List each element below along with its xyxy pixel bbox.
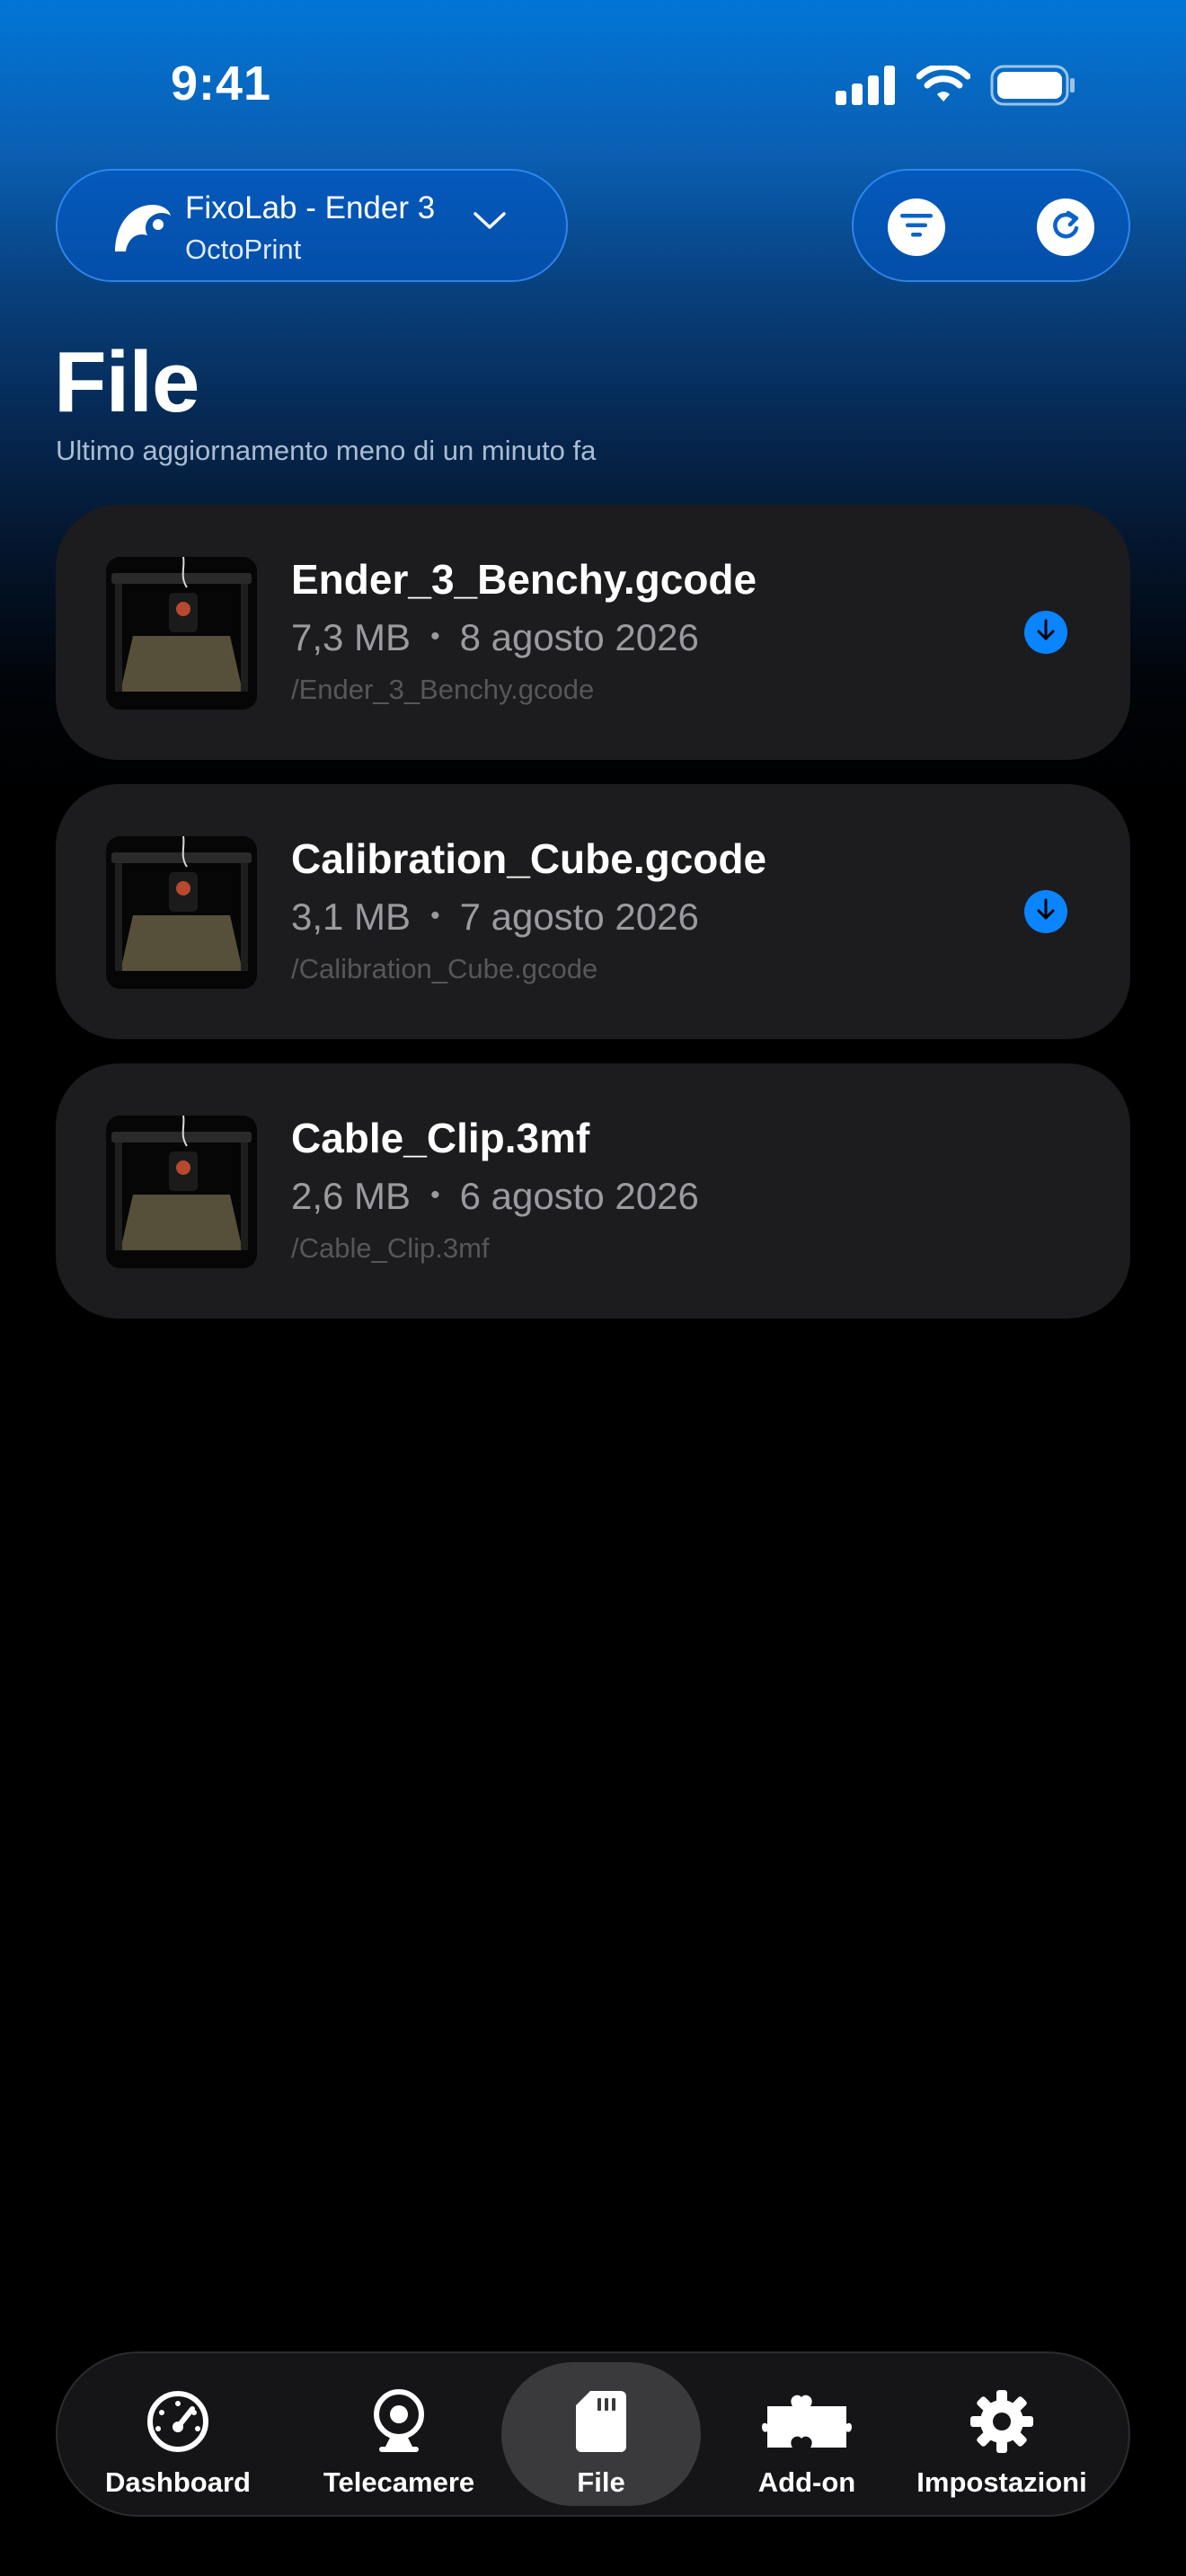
meta-separator: • xyxy=(430,900,440,931)
status-icons xyxy=(836,63,1076,110)
download-button[interactable] xyxy=(1024,611,1067,654)
file-name: Calibration_Cube.gcode xyxy=(291,835,767,882)
tab-label: Impostazioni xyxy=(916,2466,1087,2498)
file-thumbnail xyxy=(106,557,257,710)
file-thumbnail xyxy=(106,836,257,989)
file-card[interactable]: Cable_Clip.3mf 2,6 MB • 6 agosto 2026 /Cab… xyxy=(56,1063,1130,1319)
file-size: 2,6 MB xyxy=(291,1175,412,1217)
printer-name: FixoLab - Ender 3 xyxy=(185,190,436,225)
file-meta: 2,6 MB • 6 agosto 2026 xyxy=(291,1175,699,1218)
last-updated-text: Ultimo aggiornamento meno di un minuto f… xyxy=(56,435,597,466)
file-meta: 3,1 MB • 7 agosto 2026 xyxy=(291,895,699,939)
cellular-signal-icon xyxy=(836,65,897,110)
arrow-down-icon xyxy=(1036,619,1056,647)
tab-label: Dashboard xyxy=(105,2466,251,2498)
tab-impostazioni[interactable]: Impostazioni xyxy=(900,2362,1103,2506)
file-card[interactable]: Calibration_Cube.gcode 3,1 MB • 7 agosto 2… xyxy=(56,784,1130,1039)
tab-label: File xyxy=(577,2466,625,2498)
chevron-down-icon xyxy=(473,210,507,232)
file-list: Ender_3_Benchy.gcode 7,3 MB • 8 agosto 202… xyxy=(56,505,1130,1343)
tab-telecamere[interactable]: Telecamere xyxy=(311,2362,487,2506)
file-card[interactable]: Ender_3_Benchy.gcode 7,3 MB • 8 agosto 202… xyxy=(56,505,1130,760)
file-path: /Ender_3_Benchy.gcode xyxy=(291,674,595,705)
refresh-icon xyxy=(1049,208,1083,247)
puzzle-icon xyxy=(760,2389,854,2454)
battery-icon xyxy=(990,65,1076,110)
file-name: Ender_3_Benchy.gcode xyxy=(291,556,757,603)
file-size: 7,3 MB xyxy=(291,616,412,658)
file-date: 7 agosto 2026 xyxy=(459,895,699,938)
tab-dashboard[interactable]: Dashboard xyxy=(90,2362,266,2506)
printer-selector[interactable]: FixoLab - Ender 3 OctoPrint xyxy=(56,169,568,282)
header-actions xyxy=(852,169,1130,282)
gauge-icon xyxy=(146,2389,210,2454)
octoprint-logo-icon xyxy=(111,199,173,257)
refresh-button[interactable] xyxy=(1037,198,1094,256)
sd-card-icon xyxy=(574,2389,628,2454)
printer-type: OctoPrint xyxy=(185,234,302,265)
tab-file[interactable]: File xyxy=(501,2362,701,2506)
file-date: 6 agosto 2026 xyxy=(459,1175,699,1217)
file-meta: 7,3 MB • 8 agosto 2026 xyxy=(291,616,699,659)
file-size: 3,1 MB xyxy=(291,895,412,938)
page-title: File xyxy=(54,334,199,430)
wifi-icon xyxy=(916,63,971,110)
meta-separator: • xyxy=(430,621,440,651)
filter-button[interactable] xyxy=(888,198,945,256)
meta-separator: • xyxy=(430,1179,440,1210)
tab-label: Telecamere xyxy=(323,2466,475,2498)
status-bar: 9:41 xyxy=(0,0,1186,171)
filter-icon xyxy=(900,213,933,243)
gear-icon xyxy=(969,2389,1035,2454)
tab-label: Add-on xyxy=(757,2466,856,2498)
file-date: 8 agosto 2026 xyxy=(459,616,699,658)
status-time: 9:41 xyxy=(171,57,272,110)
file-path: /Cable_Clip.3mf xyxy=(291,1232,490,1264)
download-button[interactable] xyxy=(1024,890,1067,933)
tab-bar: Dashboard Telecamere File Add-on Imposta… xyxy=(56,2351,1130,2517)
file-name: Cable_Clip.3mf xyxy=(291,1115,590,1161)
arrow-down-icon xyxy=(1036,898,1056,926)
file-path: /Calibration_Cube.gcode xyxy=(291,953,598,984)
file-thumbnail xyxy=(106,1116,257,1268)
webcam-icon xyxy=(370,2389,428,2454)
tab-add-on[interactable]: Add-on xyxy=(719,2362,895,2506)
